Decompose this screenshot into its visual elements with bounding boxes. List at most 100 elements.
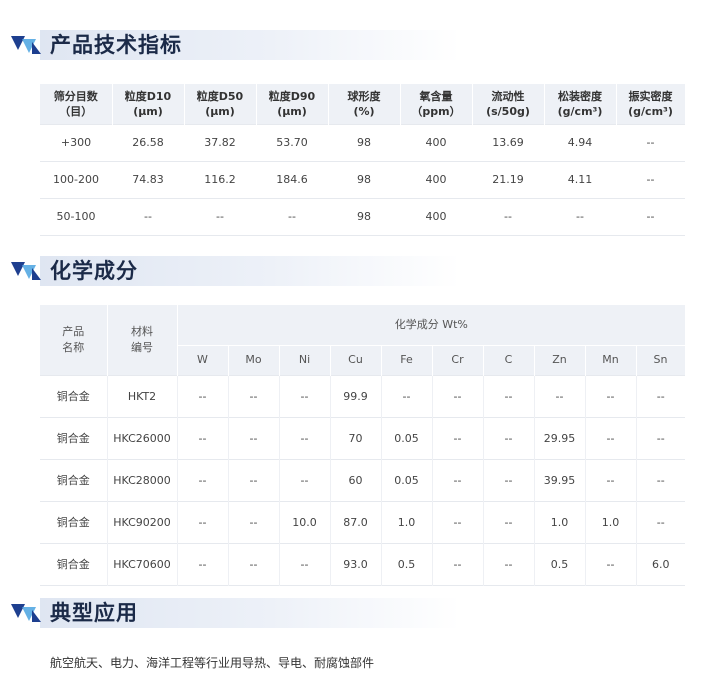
element-header: W bbox=[177, 344, 229, 375]
table-cell: 37.82 bbox=[184, 123, 256, 161]
table-cell: -- bbox=[177, 416, 229, 459]
table-cell: -- bbox=[228, 542, 280, 585]
table-cell: 10.0 bbox=[279, 500, 331, 543]
table-cell: 6.0 bbox=[636, 542, 686, 585]
table-cell: 93.0 bbox=[330, 542, 382, 585]
table-cell: -- bbox=[432, 458, 484, 501]
table-cell: -- bbox=[177, 374, 229, 417]
table-cell: 60 bbox=[330, 458, 382, 501]
table-cell: 98 bbox=[328, 160, 400, 198]
table-cell: 26.58 bbox=[112, 123, 184, 161]
table-cell: -- bbox=[585, 458, 637, 501]
table-cell: 0.05 bbox=[381, 416, 433, 459]
table-cell: 铜合金 bbox=[40, 416, 108, 459]
table-cell: 0.5 bbox=[534, 542, 586, 585]
composition-group-header: 化学成分 Wt% bbox=[177, 305, 686, 345]
table-cell: 39.95 bbox=[534, 458, 586, 501]
table-cell: -- bbox=[228, 374, 280, 417]
table-cell: -- bbox=[279, 374, 331, 417]
table-cell: 98 bbox=[328, 197, 400, 235]
section-header-specs: 产品技术指标 bbox=[0, 26, 709, 66]
table-cell: 184.6 bbox=[256, 160, 328, 198]
table-cell: -- bbox=[279, 542, 331, 585]
material-code-header: 材料 编号 bbox=[107, 305, 178, 375]
table-row: 铜合金 HKC26000 -- -- -- 70 0.05 -- -- 29.95 -- -- bbox=[40, 416, 686, 459]
table-cell: -- bbox=[483, 500, 535, 543]
element-header: C bbox=[483, 344, 535, 375]
table-cell: -- bbox=[177, 458, 229, 501]
table-cell: -- bbox=[432, 416, 484, 459]
spec-table: 筛分目数 （目） 粒度D10 (μm) 粒度D50 (μm) 粒度D90 (μm) 球形度 (%)… bbox=[40, 84, 686, 236]
table-row: 铜合金 HKC90200 -- -- 10.0 87.0 1.0 -- -- 1.0 1.0 -- bbox=[40, 500, 686, 543]
element-header: Zn bbox=[534, 344, 586, 375]
table-cell: -- bbox=[544, 197, 616, 235]
table-cell: -- bbox=[432, 542, 484, 585]
spec-column-header: 流动性 (s/50g) bbox=[472, 84, 545, 124]
table-cell: -- bbox=[432, 374, 484, 417]
table-cell: 0.5 bbox=[381, 542, 433, 585]
table-cell: -- bbox=[177, 500, 229, 543]
table-row: 100-200 74.83 116.2 184.6 98 400 21.19 4.11 -- bbox=[40, 160, 685, 198]
table-cell: 74.83 bbox=[112, 160, 184, 198]
element-header: Cr bbox=[432, 344, 484, 375]
table-cell: HKC26000 bbox=[107, 416, 178, 459]
table-cell: HKC70600 bbox=[107, 542, 178, 585]
table-cell: -- bbox=[483, 542, 535, 585]
table-cell: 400 bbox=[400, 160, 472, 198]
table-cell: 1.0 bbox=[381, 500, 433, 543]
table-cell: -- bbox=[616, 123, 685, 161]
spec-column-header: 松装密度 (g/cm³) bbox=[544, 84, 617, 124]
element-header: Mn bbox=[585, 344, 637, 375]
table-cell: 99.9 bbox=[330, 374, 382, 417]
table-cell: 400 bbox=[400, 123, 472, 161]
section-title: 典型应用 bbox=[50, 601, 138, 625]
table-cell: 70 bbox=[330, 416, 382, 459]
table-cell: 铜合金 bbox=[40, 500, 108, 543]
element-header: Ni bbox=[279, 344, 331, 375]
chem-header-row: 产品 名称 材料 编号 化学成分 Wt% bbox=[40, 305, 686, 375]
application-text: 航空航天、电力、海洋工程等行业用导热、导电、耐腐蚀部件 bbox=[50, 656, 375, 670]
table-cell: -- bbox=[228, 416, 280, 459]
table-cell: 116.2 bbox=[184, 160, 256, 198]
table-cell: -- bbox=[585, 416, 637, 459]
table-cell: -- bbox=[585, 542, 637, 585]
table-cell: -- bbox=[585, 374, 637, 417]
table-cell: -- bbox=[228, 500, 280, 543]
spec-column-header: 筛分目数 （目） bbox=[40, 84, 113, 124]
table-row: +300 26.58 37.82 53.70 98 400 13.69 4.94 -- bbox=[40, 123, 685, 161]
section-title: 产品技术指标 bbox=[50, 33, 182, 57]
section-header-applications: 典型应用 bbox=[0, 594, 709, 634]
chem-table: 产品 名称 材料 编号 化学成分 Wt% W Mo Ni Cu Fe Cr C Zn Mn Sn 铜合… bbox=[40, 305, 686, 586]
table-cell: +300 bbox=[40, 123, 112, 161]
table-cell: 50-100 bbox=[40, 197, 112, 235]
table-cell: -- bbox=[636, 500, 686, 543]
table-cell: 1.0 bbox=[585, 500, 637, 543]
spec-column-header: 粒度D10 (μm) bbox=[112, 84, 185, 124]
triangle-logo-icon bbox=[11, 604, 41, 622]
table-cell: 29.95 bbox=[534, 416, 586, 459]
table-cell: 400 bbox=[400, 197, 472, 235]
triangle-logo-icon bbox=[11, 36, 41, 54]
table-cell: -- bbox=[432, 500, 484, 543]
table-row: 50-100 -- -- -- 98 400 -- -- -- bbox=[40, 197, 685, 235]
table-cell: -- bbox=[228, 458, 280, 501]
table-cell: -- bbox=[472, 197, 544, 235]
table-cell: -- bbox=[184, 197, 256, 235]
spec-header-row: 筛分目数 （目） 粒度D10 (μm) 粒度D50 (μm) 粒度D90 (μm) 球形度 (%)… bbox=[40, 84, 686, 124]
product-name-header: 产品 名称 bbox=[40, 305, 108, 375]
section-title: 化学成分 bbox=[50, 259, 138, 283]
table-cell: -- bbox=[616, 197, 685, 235]
table-cell: -- bbox=[483, 458, 535, 501]
table-cell: 4.94 bbox=[544, 123, 616, 161]
table-cell: 0.05 bbox=[381, 458, 433, 501]
table-cell: 铜合金 bbox=[40, 458, 108, 501]
table-cell: 4.11 bbox=[544, 160, 616, 198]
table-cell: 21.19 bbox=[472, 160, 544, 198]
table-row: 铜合金 HKT2 -- -- -- 99.9 -- -- -- -- -- -- bbox=[40, 374, 686, 417]
table-cell: -- bbox=[256, 197, 328, 235]
table-row: 铜合金 HKC28000 -- -- -- 60 0.05 -- -- 39.95 -- -- bbox=[40, 458, 686, 501]
table-cell: -- bbox=[279, 458, 331, 501]
spec-column-header: 粒度D50 (μm) bbox=[184, 84, 257, 124]
table-cell: -- bbox=[636, 458, 686, 501]
element-header: Sn bbox=[636, 344, 686, 375]
